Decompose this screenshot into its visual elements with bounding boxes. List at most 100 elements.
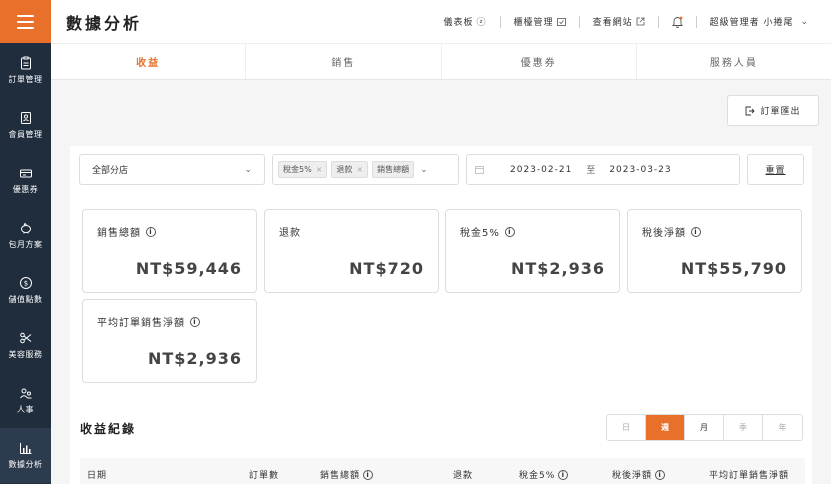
date-start: 2023-02-21 [510,164,573,175]
tab-staff[interactable]: 服務人員 [637,44,831,79]
tag-remove-icon[interactable]: × [356,165,363,174]
column-header-net-after-tax[interactable]: 稅後淨額 i [612,468,666,481]
header-divider [499,15,501,28]
tab-bar: 收益 銷售 優惠券 服務人員 [51,43,831,80]
user-menu[interactable]: 超級管理者 小捲尾 ⌄ [709,15,809,29]
period-toggle-group: 日 週 月 季 年 [606,414,803,441]
tag-chip: 退款 × [331,161,369,178]
sidebar-item-label: 會員管理 [8,130,43,139]
chevron-down-icon: ⌄ [800,16,809,27]
export-orders-label: 訂單匯出 [760,107,801,117]
hamburger-line [17,14,34,17]
chevron-down-icon: ⌄ [244,164,252,175]
stat-value: NT$2,936 [147,349,242,368]
sidebar-item-coupons[interactable]: 優惠券 [0,153,51,208]
header-divider [657,15,659,28]
tag-label: 退款 [336,165,353,174]
store-select-value: 全部分店 [92,166,129,176]
sidebar-item-analytics[interactable]: 數據分析 [0,428,51,483]
metric-tag-select[interactable]: 稅金5% × 退款 × 銷售總額 ⌄ [272,154,459,185]
sidebar-item-beauty[interactable]: 美容服務 [0,318,51,373]
store-select[interactable]: 全部分店 ⌄ [79,154,265,185]
sidebar-item-staff[interactable]: 人事 [0,373,51,428]
records-table-header: 日期 訂單數 銷售總額 i 退款 稅金5% i 稅後淨額 i 平均訂單銷售淨額 [80,458,805,484]
period-week[interactable]: 週 [646,415,685,440]
tab-sales[interactable]: 銷售 [246,44,442,79]
column-header-gross-sales[interactable]: 銷售總額 i [320,468,374,481]
main-content: 訂單匯出 全部分店 ⌄ 稅金5% × 退款 × 銷售總額 ⌄ 2023-02-21 … [51,80,831,484]
info-icon[interactable]: i [691,226,701,237]
bar-chart-icon [19,443,31,454]
view-website-label: 查看網站 [592,18,633,28]
tab-coupons[interactable]: 優惠券 [442,44,637,79]
sidebar-item-monthly-plan[interactable]: 包月方案 [0,208,51,263]
column-header-tax[interactable]: 稅金5% i [519,468,569,481]
info-icon[interactable]: i [504,226,515,237]
sidebar-item-orders[interactable]: 訂單管理 [0,43,51,98]
column-header-date[interactable]: 日期 [87,468,107,481]
column-label: 日期 [87,471,108,481]
counter-link-label: 櫃檯管理 [513,18,554,28]
sidebar: 訂單管理 會員管理 優惠券 包月方案 $ 儲值點數 美容服務 人事 數據分析 [0,0,51,484]
info-icon[interactable]: i [558,469,569,480]
period-year[interactable]: 年 [763,415,802,440]
sidebar-item-points[interactable]: $ 儲值點數 [0,263,51,318]
stat-label: 平均訂單銷售淨額 [97,318,185,329]
export-orders-button[interactable]: 訂單匯出 [727,95,819,126]
sidebar-item-members[interactable]: 會員管理 [0,98,51,153]
user-name: 超級管理者 小捲尾 [709,18,794,28]
column-label: 稅金5% [519,471,556,481]
svg-text:$: $ [23,280,27,288]
info-icon[interactable]: i [363,469,374,480]
period-month[interactable]: 月 [685,415,724,440]
sidebar-item-label: 儲值點數 [8,295,43,304]
tab-revenue[interactable]: 收益 [51,44,247,79]
column-header-order-count[interactable]: 訂單數 [249,468,279,481]
stat-card-gross-sales: 銷售總額 i NT$59,446 [82,209,257,293]
clipboard-icon [20,56,31,70]
calendar-icon [475,166,484,174]
menu-toggle-button[interactable] [0,0,51,43]
counter-management-link[interactable]: 櫃檯管理 [514,15,566,28]
stat-label-wrap: 稅金5% i [460,224,515,239]
member-card-icon [20,112,31,124]
stat-label-wrap: 平均訂單銷售淨額 i [97,314,200,329]
stat-label-wrap: 稅後淨額 i [642,224,701,239]
scissors-icon [19,332,31,344]
stat-label: 退款 [279,228,301,239]
column-header-refund[interactable]: 退款 [453,468,473,481]
sidebar-item-label: 人事 [17,405,34,414]
external-link-icon [636,17,644,26]
date-separator: 至 [586,166,596,176]
period-day[interactable]: 日 [607,415,646,440]
sidebar-item-label: 優惠券 [12,185,39,194]
tag-chip: 稅金5% × [278,161,328,178]
sidebar-item-label: 美容服務 [8,350,43,359]
stat-label: 稅後淨額 [642,228,686,239]
column-header-avg-order-net[interactable]: 平均訂單銷售淨額 [709,468,789,481]
sidebar-item-label: 數據分析 [8,460,43,469]
coupon-icon [19,169,32,178]
stat-card-net-after-tax: 稅後淨額 i NT$55,790 [627,209,802,293]
dashboard-link-label: 儀表板 [443,18,474,28]
header-actions: 儀表板 ⓩ 櫃檯管理 查看網站 超級管理者 小捲尾 ⌄ [444,0,809,43]
bell-icon[interactable] [671,16,683,28]
records-section-title: 收益紀錄 [80,422,137,436]
date-range-picker[interactable]: 2023-02-21 至 2023-03-23 [466,154,740,185]
sidebar-nav: 訂單管理 會員管理 優惠券 包月方案 $ 儲值點數 美容服務 人事 數據分析 [0,43,51,483]
column-label: 訂單數 [249,471,280,481]
info-icon[interactable]: i [655,469,666,480]
stat-label-wrap: 銷售總額 i [97,224,156,239]
info-icon[interactable]: i [190,316,200,327]
column-label: 平均訂單銷售淨額 [709,471,790,481]
stat-card-refund: 退款 NT$720 [264,209,439,293]
period-quarter[interactable]: 季 [724,415,763,440]
tag-remove-icon[interactable]: × [316,165,323,174]
top-header: 數據分析 儀表板 ⓩ 櫃檯管理 查看網站 超級管理者 小捲尾 ⌄ [51,0,831,43]
view-website-link[interactable]: 查看網站 [593,15,645,28]
stat-label-wrap: 退款 [279,224,301,239]
people-icon [19,388,31,399]
reset-button[interactable]: 重置 [747,154,804,185]
dashboard-link[interactable]: 儀表板 ⓩ [444,15,487,28]
info-icon[interactable]: i [146,226,156,237]
